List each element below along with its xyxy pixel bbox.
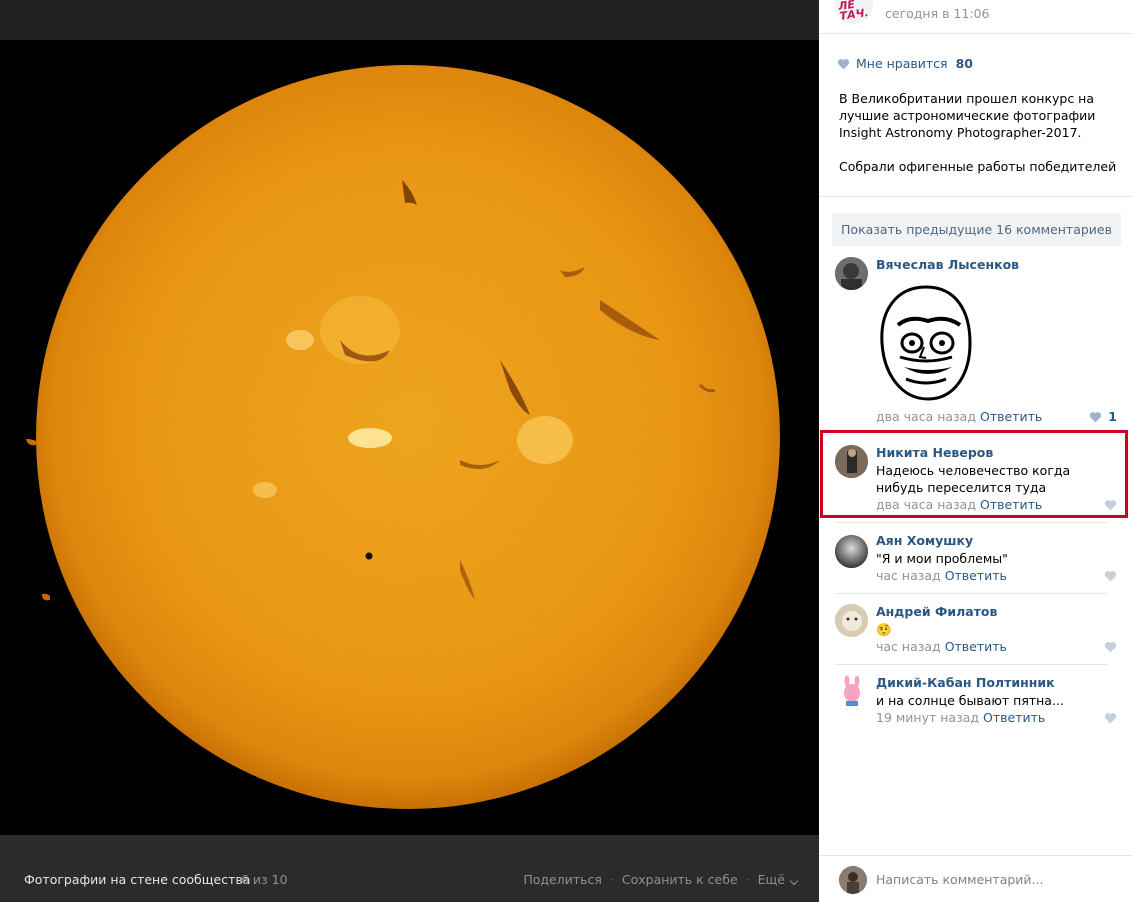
comment-author[interactable]: Аян Хомушку <box>876 533 973 548</box>
comment-like-button[interactable] <box>1104 499 1117 511</box>
comment-compose-bar <box>819 855 1133 902</box>
heart-icon <box>837 58 850 69</box>
sun-photo[interactable] <box>0 40 819 835</box>
comment-time[interactable]: час назад <box>876 568 941 583</box>
post-time[interactable]: сегодня в 11:06 <box>885 6 989 21</box>
chevron-down-icon <box>789 876 799 886</box>
avatar[interactable] <box>835 604 868 637</box>
avatar-photo <box>835 604 868 637</box>
comment-author[interactable]: Вячеслав Лысенков <box>876 257 1019 272</box>
avatar-photo <box>835 257 868 290</box>
reply-button[interactable]: Ответить <box>983 710 1045 725</box>
photo-actions: Поделиться · Сохранить к себе · Ещё <box>523 872 799 887</box>
heart-icon <box>1090 411 1102 422</box>
photo-counter: 6 из 10 <box>241 872 288 887</box>
comment-text: Надеюсь человечество когда нибудь пересе… <box>876 463 1071 495</box>
avatar-photo <box>835 535 868 568</box>
photo-viewer: Фотографии на стене сообщества 6 из 10 П… <box>0 0 819 902</box>
comment-author[interactable]: Никита Неверов <box>876 445 993 460</box>
mercury-dot <box>365 552 373 560</box>
post-text-line: В Великобритании прошел конкурс на <box>839 91 1095 106</box>
comment-time[interactable]: два часа назад <box>876 409 976 424</box>
comment-separator <box>835 522 1108 523</box>
like-count: 80 <box>955 56 973 71</box>
separator: · <box>745 872 750 887</box>
comment: Андрей Филатов 🤨 час назад Ответить <box>819 603 1133 657</box>
comment-time[interactable]: 19 минут назад <box>876 710 979 725</box>
avatar[interactable] <box>835 445 868 478</box>
heart-icon <box>1104 642 1117 653</box>
reply-button[interactable]: Ответить <box>945 639 1007 654</box>
comment-text: "Я и мои проблемы" <box>876 551 1008 566</box>
post-text-line: Insight Astronomy Photographer-2017. <box>839 125 1082 140</box>
reply-button[interactable]: Ответить <box>980 497 1042 512</box>
post-text-line: лучшие астрономические фотографии <box>839 108 1096 123</box>
comment-like-count: 1 <box>1108 409 1117 424</box>
heart-icon <box>1104 500 1117 511</box>
comment-text: и на солнце бывают пятна... <box>876 693 1064 708</box>
comment-meta: два часа назад Ответить <box>876 409 1042 424</box>
comment-emoji: 🤨 <box>876 622 892 637</box>
comment-like-button[interactable] <box>1104 712 1117 724</box>
more-button[interactable]: Ещё <box>757 872 799 887</box>
avatar-photo <box>835 675 868 708</box>
avatar[interactable] <box>835 675 868 708</box>
avatar-photo <box>839 866 867 894</box>
post-text: В Великобритании прошел конкурс на лучши… <box>839 90 1119 175</box>
sun-image <box>0 40 819 835</box>
more-label: Ещё <box>757 872 785 887</box>
comment: Вячеслав Лысенков два часа назад Ответить… <box>819 256 1133 428</box>
comment: Аян Хомушку "Я и мои проблемы" час назад… <box>819 532 1133 586</box>
comment-author[interactable]: Андрей Филатов <box>876 604 997 619</box>
comment-time[interactable]: час назад <box>876 639 941 654</box>
avatar[interactable] <box>835 535 868 568</box>
comment: Никита Неверов Надеюсь человечество когд… <box>819 444 1133 518</box>
heart-icon <box>1104 571 1117 582</box>
group-avatar[interactable]: ЛЕ ТАЧ. <box>835 0 873 24</box>
post-header: ЛЕ ТАЧ. сегодня в 11:06 <box>819 0 1133 34</box>
reply-button[interactable]: Ответить <box>945 568 1007 583</box>
comment-separator <box>835 664 1108 665</box>
avatar-photo <box>835 445 868 478</box>
comment-meta: час назад Ответить <box>876 568 1007 583</box>
post-panel: ЛЕ ТАЧ. сегодня в 11:06 Мне нравится 80 В… <box>819 0 1133 902</box>
comment-meta: час назад Ответить <box>876 639 1007 654</box>
comment-meta: два часа назад Ответить <box>876 497 1042 512</box>
heart-icon <box>1104 713 1117 724</box>
comment-meta: 19 минут назад Ответить <box>876 710 1045 725</box>
viewer-bottom-bar: Фотографии на стене сообщества 6 из 10 П… <box>0 835 819 902</box>
comment-input[interactable] <box>876 872 1116 887</box>
divider <box>819 196 1133 197</box>
avatar[interactable] <box>835 257 868 290</box>
like-button[interactable]: Мне нравится 80 <box>837 56 973 71</box>
album-title[interactable]: Фотографии на стене сообщества <box>24 872 250 887</box>
comment-like-button[interactable] <box>1104 570 1117 582</box>
meme-sticker-image <box>876 283 976 403</box>
current-user-avatar <box>839 866 867 894</box>
share-button[interactable]: Поделиться <box>523 872 602 887</box>
like-label: Мне нравится <box>856 56 948 71</box>
separator: · <box>609 872 614 887</box>
save-to-me-button[interactable]: Сохранить к себе <box>622 872 738 887</box>
comment-separator <box>835 593 1108 594</box>
viewer-top-bar <box>0 0 819 40</box>
group-logo: ЛЕ ТАЧ. <box>837 0 870 23</box>
comment-like-button[interactable]: 1 <box>1089 409 1117 424</box>
show-previous-comments-button[interactable]: Показать предыдущие 16 комментариев <box>832 213 1121 246</box>
comment-author[interactable]: Дикий-Кабан Полтинник <box>876 675 1055 690</box>
comment-like-button[interactable] <box>1104 641 1117 653</box>
comment-time[interactable]: два часа назад <box>876 497 976 512</box>
comment: Дикий-Кабан Полтинник и на солнце бывают… <box>819 674 1133 728</box>
reply-button[interactable]: Ответить <box>980 409 1042 424</box>
post-text-footer: Собрали офигенные работы победителей <box>839 159 1117 174</box>
